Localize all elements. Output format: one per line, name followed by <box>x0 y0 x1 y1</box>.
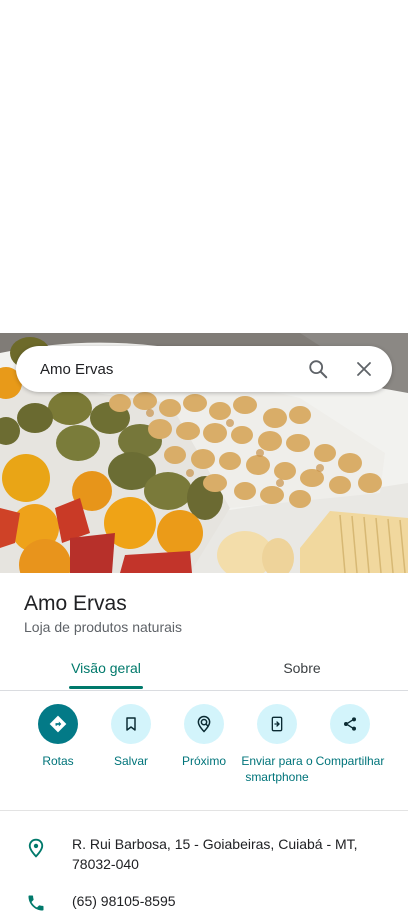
action-row: Rotas Salvar Próximo Enviar para o smart… <box>0 704 408 811</box>
location-pin-icon <box>24 836 48 860</box>
nearby-label: Próximo <box>181 754 226 768</box>
bookmark-icon <box>111 704 151 744</box>
nearby-button[interactable]: Próximo <box>166 704 242 769</box>
address-text: R. Rui Barbosa, 15 - Goiabeiras, Cuiabá … <box>72 836 358 872</box>
place-category: Loja de produtos naturais <box>24 619 182 635</box>
send-to-phone-icon <box>257 704 297 744</box>
share-label: Compartilhar <box>315 754 385 768</box>
save-button[interactable]: Salvar <box>93 704 169 769</box>
map-area[interactable] <box>0 0 408 333</box>
phone-icon <box>24 891 48 915</box>
place-name: Amo Ervas <box>24 592 127 615</box>
directions-icon <box>38 704 78 744</box>
tab-indicator <box>69 686 143 689</box>
share-icon <box>330 704 370 744</box>
tab-overview[interactable]: Visão geral <box>38 646 174 690</box>
tab-bar: Visão geral Sobre <box>0 646 408 691</box>
phone-text: (65) 98105-8595 <box>72 893 176 909</box>
directions-label: Rotas <box>42 754 74 768</box>
search-bar[interactable]: Amo Ervas <box>16 346 392 392</box>
search-icon[interactable] <box>298 349 338 389</box>
share-button[interactable]: Compartilhar <box>312 704 388 769</box>
save-label: Salvar <box>113 754 148 768</box>
nearby-icon <box>184 704 224 744</box>
search-input[interactable]: Amo Ervas <box>40 361 298 378</box>
tab-about[interactable]: Sobre <box>234 646 370 690</box>
directions-button[interactable]: Rotas <box>20 704 96 769</box>
close-icon[interactable] <box>344 349 384 389</box>
send-to-phone-button[interactable]: Enviar para o smartphone <box>239 704 315 785</box>
send-to-phone-label: Enviar para o smartphone <box>241 754 313 784</box>
